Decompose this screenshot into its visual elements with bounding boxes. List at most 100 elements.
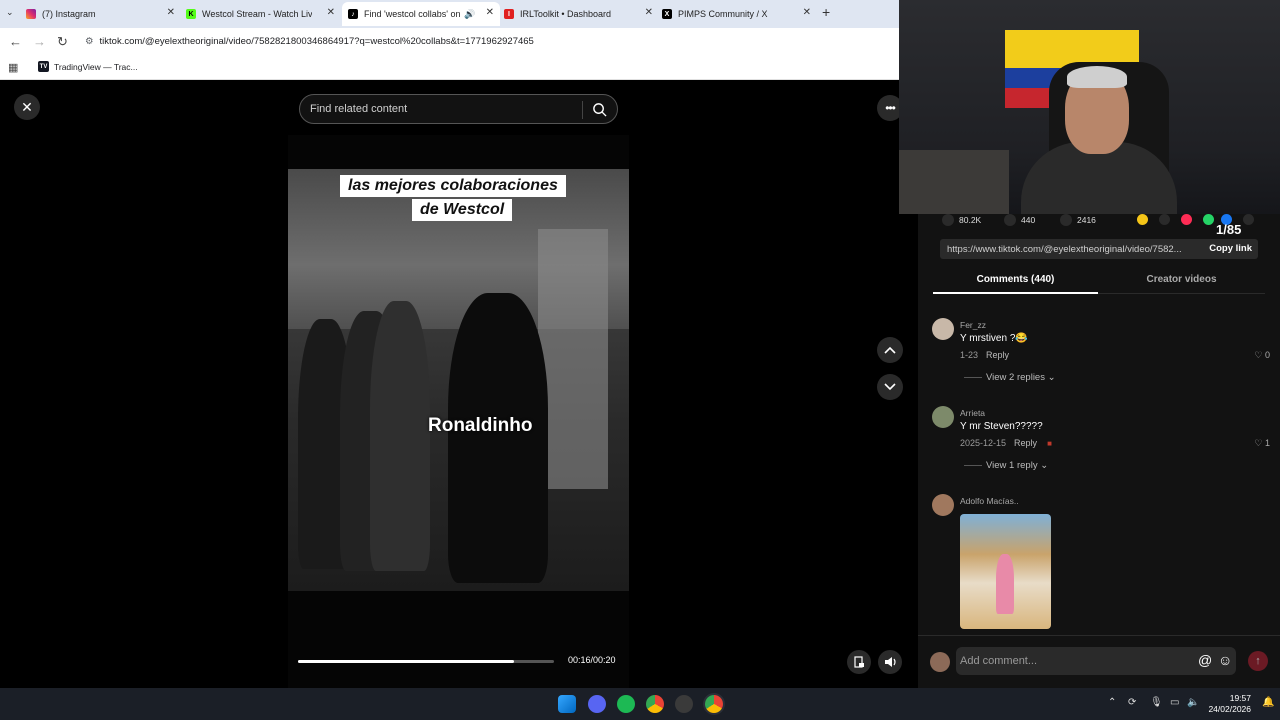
comment-text: Y mrstiven ?😂	[960, 333, 1028, 344]
view-replies-label: View 1 reply ⌄	[986, 460, 1049, 471]
system-clock[interactable]: 19:57 24/02/2026	[1203, 693, 1251, 715]
reply-button[interactable]: Reply	[1014, 438, 1037, 448]
browser-tab-bar: ⌄ (7) Instagram ✕ K Westcol Stream - Wat…	[0, 0, 899, 28]
kick-icon: K	[186, 9, 196, 19]
obs-icon[interactable]	[675, 695, 693, 713]
chrome-icon[interactable]	[646, 695, 664, 713]
search-placeholder: Find related content	[310, 103, 408, 115]
sync-icon[interactable]: ⟳	[1128, 697, 1136, 708]
comment-like-count: 0	[1264, 350, 1270, 360]
whatsapp-icon[interactable]	[1203, 214, 1214, 225]
like-button[interactable]: 80.2K	[942, 214, 981, 226]
address-bar-row: ← → ↻ ⚙ tiktok.com/@eyelextheoriginal/vid…	[0, 28, 899, 56]
avatar[interactable]	[932, 406, 954, 428]
add-comment-input[interactable]: Add comment... @ ☺	[956, 647, 1236, 675]
network-icon[interactable]: ▭	[1170, 697, 1179, 708]
share-arrow-icon[interactable]	[1243, 214, 1254, 225]
forward-icon[interactable]: →	[33, 34, 46, 49]
video-page-counter: 1/85	[1216, 222, 1242, 237]
close-tab-icon[interactable]: ✕	[803, 7, 811, 18]
tab-tiktok[interactable]: ♪ Find 'westcol collabs' on TikTok 🔊 ✕	[342, 2, 500, 26]
audio-playing-icon[interactable]: 🔊	[464, 9, 475, 20]
tab-comments-underline	[933, 292, 1098, 294]
copy-link-button[interactable]: Copy link	[1209, 243, 1252, 254]
bookmark-label: TradingView — Trac...	[54, 61, 138, 72]
comment-like-button[interactable]: ♡ 1	[1254, 438, 1270, 449]
spotify-icon[interactable]	[617, 695, 635, 713]
heart-outline-icon: ♡	[1254, 350, 1263, 360]
view-replies-button[interactable]: View 1 reply ⌄	[964, 460, 1048, 471]
mention-icon[interactable]: @	[1198, 652, 1212, 668]
share-icon[interactable]	[1137, 214, 1148, 225]
tab-title: Find 'westcol collabs' on TikTok	[364, 9, 460, 19]
notifications-icon[interactable]: 🔔	[1262, 697, 1274, 708]
show-hidden-icons[interactable]: ⌃	[1108, 697, 1116, 708]
search-icon[interactable]	[592, 102, 607, 117]
tab-x-community[interactable]: X PIMPS Community / X ✕	[662, 2, 817, 26]
avatar	[930, 652, 950, 672]
comment-like-button[interactable]: ♡ 0	[1254, 350, 1270, 361]
comment-username[interactable]: Fer_zz	[960, 320, 986, 330]
video-player[interactable]: las mejores colaboraciones de Westcol Ro…	[288, 135, 629, 688]
chrome-active-icon[interactable]	[705, 695, 723, 713]
send-comment-button[interactable]: ↑	[1248, 651, 1268, 671]
site-info-icon[interactable]: ⚙	[85, 36, 94, 47]
new-tab-button[interactable]: +	[822, 4, 830, 20]
embed-icon[interactable]	[1159, 214, 1170, 225]
tab-title: Westcol Stream - Watch Live on	[202, 9, 312, 19]
tradingview-icon: TV	[38, 61, 49, 72]
apps-grid-icon[interactable]: ▦	[8, 61, 18, 74]
video-progress-fill	[298, 660, 515, 663]
close-tab-icon[interactable]: ✕	[327, 7, 335, 18]
creator-badge-icon: ■	[1047, 439, 1052, 448]
emoji-icon[interactable]: ☺	[1218, 652, 1232, 668]
avatar[interactable]	[932, 318, 954, 340]
comment-image[interactable]	[960, 514, 1051, 629]
streamer-hair	[1067, 66, 1127, 88]
send-to-friends-icon[interactable]	[1181, 214, 1192, 225]
close-tab-icon[interactable]: ✕	[167, 7, 175, 18]
back-icon[interactable]: ←	[9, 34, 22, 49]
chevron-up-icon	[884, 346, 896, 354]
close-tab-icon[interactable]: ✕	[486, 7, 494, 18]
discord-icon[interactable]	[588, 695, 606, 713]
comment-username[interactable]: Arrieta	[960, 408, 985, 418]
comment-date: 2025-12-15	[960, 438, 1007, 448]
avatar[interactable]	[932, 494, 954, 516]
bookmark-tradingview[interactable]: TV TradingView — Trac...	[38, 61, 138, 72]
pip-button[interactable]	[847, 650, 871, 674]
tiktok-icon: ♪	[348, 9, 358, 19]
close-tab-icon[interactable]: ✕	[645, 7, 653, 18]
tab-comments[interactable]: Comments (440)	[933, 274, 1098, 285]
tab-creator-videos[interactable]: Creator videos	[1098, 274, 1265, 285]
video-progress-bar[interactable]	[298, 660, 554, 663]
comment-like-count: 1	[1264, 438, 1270, 448]
previous-video-button[interactable]	[877, 337, 903, 363]
microphone-icon[interactable]: 🎙	[1150, 697, 1163, 708]
view-replies-button[interactable]: View 2 replies ⌄	[964, 372, 1056, 383]
share-link-url[interactable]: https://www.tiktok.com/@eyelextheorigina…	[947, 244, 1193, 255]
close-video-button[interactable]: ✕	[14, 94, 40, 120]
comment-item: Arrieta Y mr Steven????? 2025-12-15 Reply…	[932, 406, 1272, 476]
url-field[interactable]: ⚙ tiktok.com/@eyelextheoriginal/video/758…	[85, 36, 534, 47]
tab-search-icon[interactable]: ⌄	[6, 7, 14, 18]
bookmarks-bar: ▦ TV TradingView — Trac...	[0, 56, 899, 80]
comment-icon	[1004, 214, 1016, 226]
reload-icon[interactable]: ↻	[57, 34, 68, 50]
tab-irltoolkit[interactable]: I IRLToolkit • Dashboard ✕	[504, 2, 659, 26]
next-video-button[interactable]	[877, 374, 903, 400]
tab-westcol-stream[interactable]: K Westcol Stream - Watch Live on ✕	[186, 2, 341, 26]
volume-button[interactable]	[878, 650, 902, 674]
comment-text: Y mr Steven?????	[960, 421, 1043, 432]
windows-start-icon[interactable]	[558, 695, 576, 713]
video-overlay-name: Ronaldinho	[428, 415, 533, 436]
comment-username[interactable]: Adolfo Macías..	[960, 496, 1019, 506]
tab-instagram[interactable]: (7) Instagram ✕	[26, 2, 181, 26]
comment-button[interactable]: 440	[1004, 214, 1035, 226]
search-field[interactable]: Find related content	[299, 94, 618, 124]
screen: ⌄ (7) Instagram ✕ K Westcol Stream - Wat…	[0, 0, 1280, 720]
video-frame[interactable]: las mejores colaboraciones de Westcol Ro…	[288, 169, 629, 591]
reply-button[interactable]: Reply	[986, 350, 1009, 360]
save-button[interactable]: 2416	[1060, 214, 1096, 226]
speaker-icon[interactable]: 🔈	[1187, 697, 1199, 708]
